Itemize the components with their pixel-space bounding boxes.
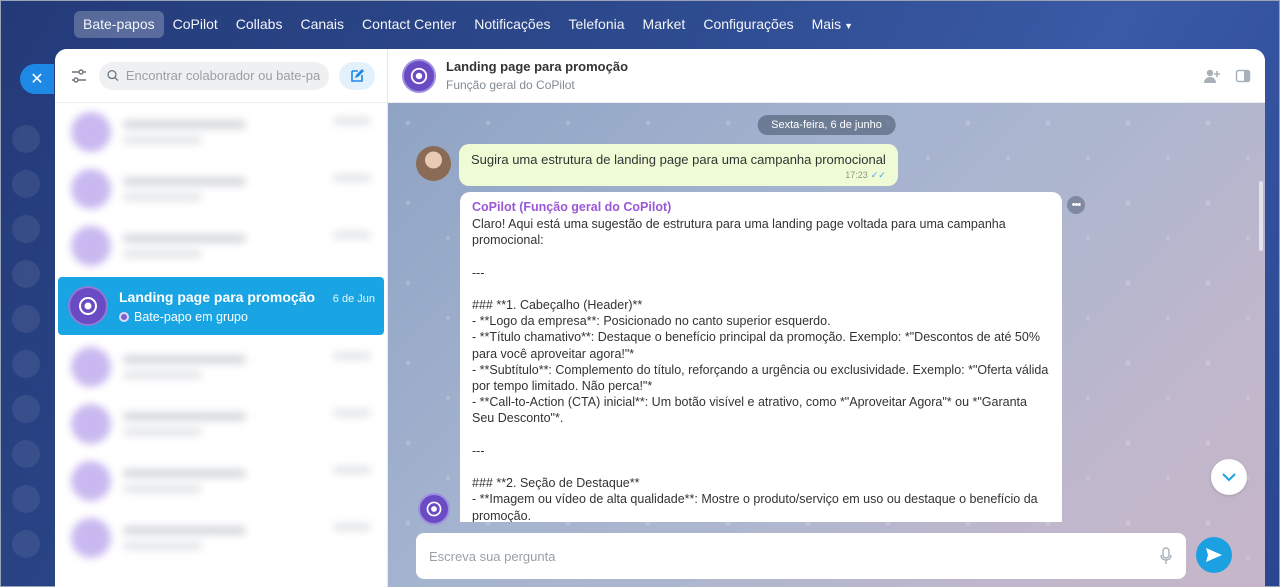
message-area: Sexta-feira, 6 de junho Sugira uma estru… [388,103,1265,587]
top-navigation: Bate-papos CoPilot Collabs Canais Contac… [74,11,862,38]
messenger-window: Landing page para promoção 6 de Jun Bate… [55,49,1265,587]
chat-list: Landing page para promoção 6 de Jun Bate… [55,103,387,587]
ghost-icon [12,215,40,243]
ghost-icon [12,170,40,198]
avatar [402,58,436,93]
close-icon: ✕ [30,71,44,88]
nav-copilot[interactable]: CoPilot [164,11,227,38]
search-input[interactable] [125,68,321,83]
message-input[interactable] [429,548,1160,564]
close-button[interactable]: ✕ [20,64,54,94]
copilot-icon [426,501,442,517]
scroll-down-button[interactable] [1211,459,1247,495]
chat-date: 6 de Jun [332,292,375,305]
chat-sidebar: Landing page para promoção 6 de Jun Bate… [55,49,388,587]
ghost-icon [12,125,40,153]
message-time: 17:23 [845,170,868,180]
chevron-down-icon [1222,473,1236,482]
message-line: ### **2. Seção de Destaque** [472,476,640,491]
add-user-icon[interactable] [1203,68,1221,84]
more-options-button[interactable]: ••• [1067,196,1085,214]
message-line: - **Call-to-Action (CTA) inicial**: Um b… [472,395,1031,426]
list-item[interactable] [55,509,387,566]
avatar [68,286,108,326]
list-item[interactable] [55,103,387,160]
message-line: ​ [472,248,1050,264]
ghost-icon [12,260,40,288]
avatar [418,493,450,525]
nav-bate-papos[interactable]: Bate-papos [74,11,164,38]
message-line: --- [472,265,485,280]
bot-message[interactable]: CoPilot (Função geral do CoPilot) Claro!… [460,192,1062,522]
list-item[interactable] [55,338,387,395]
message-line: - **Subtítulo**: Complemento do título, … [472,362,1052,394]
avatar [416,146,451,181]
ellipsis-icon: ••• [1071,199,1082,211]
nav-notificacoes[interactable]: Notificações [465,11,559,38]
copilot-icon [79,297,97,315]
send-icon [1206,548,1222,562]
ghost-icon [12,440,40,468]
message-line: - **Título chamativo**: Destaque o benef… [472,330,1044,361]
message-line: - **Imagem ou vídeo de alta qualidade**:… [472,492,1042,522]
ghost-icon [12,395,40,423]
nav-more-label: Mais [811,16,842,32]
filter-icon[interactable] [69,66,89,86]
group-chat-icon [119,311,129,322]
sidebar-toggle-icon[interactable] [1235,68,1251,84]
message-line: ​ [472,459,1050,475]
new-chat-button[interactable] [339,61,375,90]
chevron-down-icon: ▼ [844,21,854,31]
list-item[interactable] [55,217,387,274]
send-button[interactable] [1196,537,1232,573]
nav-configuracoes[interactable]: Configurações [694,11,802,38]
chat-title: Landing page para promoção [119,288,316,305]
message-line: --- [472,443,485,458]
nav-more[interactable]: Mais ▼ [803,11,862,38]
date-divider: Sexta-feira, 6 de junho [757,115,896,135]
list-item[interactable] [55,160,387,217]
list-item[interactable] [55,395,387,452]
background-sidebar [0,55,52,587]
message-line: ​ [472,427,1050,443]
nav-contact-center[interactable]: Contact Center [353,11,465,38]
nav-telefonia[interactable]: Telefonia [559,11,633,38]
message-composer [416,533,1186,579]
scrollbar[interactable] [1259,181,1263,251]
compose-icon [351,68,364,82]
list-item[interactable] [55,452,387,509]
ghost-icon [12,485,40,513]
chat-header-title: Landing page para promoção [446,59,629,74]
message-line: ​ [472,281,1050,297]
nav-canais[interactable]: Canais [291,11,353,38]
ghost-icon [12,305,40,333]
chat-subtitle: Bate-papo em grupo [134,309,248,324]
read-check-icon: ✓✓ [870,170,886,180]
microphone-icon[interactable] [1160,547,1172,565]
ghost-icon [12,530,40,558]
sidebar-header [55,49,387,103]
message-line: - **Logo da empresa**: Posicionado no ca… [472,314,831,329]
user-message: Sugira uma estrutura de landing page par… [416,144,898,186]
message-author[interactable]: CoPilot (Função geral do CoPilot) [472,200,1050,214]
chat-panel: Landing page para promoção Função geral … [388,49,1265,587]
nav-collabs[interactable]: Collabs [227,11,292,38]
chat-header-subtitle: Função geral do CoPilot [446,78,575,92]
message-bubble[interactable]: Sugira uma estrutura de landing page par… [459,144,898,186]
search-icon [107,70,119,81]
search-box [99,61,329,90]
copilot-icon [410,67,428,84]
nav-market[interactable]: Market [634,11,695,38]
chat-header: Landing page para promoção Função geral … [388,49,1265,103]
ghost-icon [12,350,40,378]
message-text: Sugira uma estrutura de landing page par… [471,152,886,167]
message-line: Claro! Aqui está uma sugestão de estrutu… [472,217,1010,248]
message-line: ### **1. Cabeçalho (Header)** [472,298,643,313]
active-chat-item[interactable]: Landing page para promoção 6 de Jun Bate… [58,277,384,335]
